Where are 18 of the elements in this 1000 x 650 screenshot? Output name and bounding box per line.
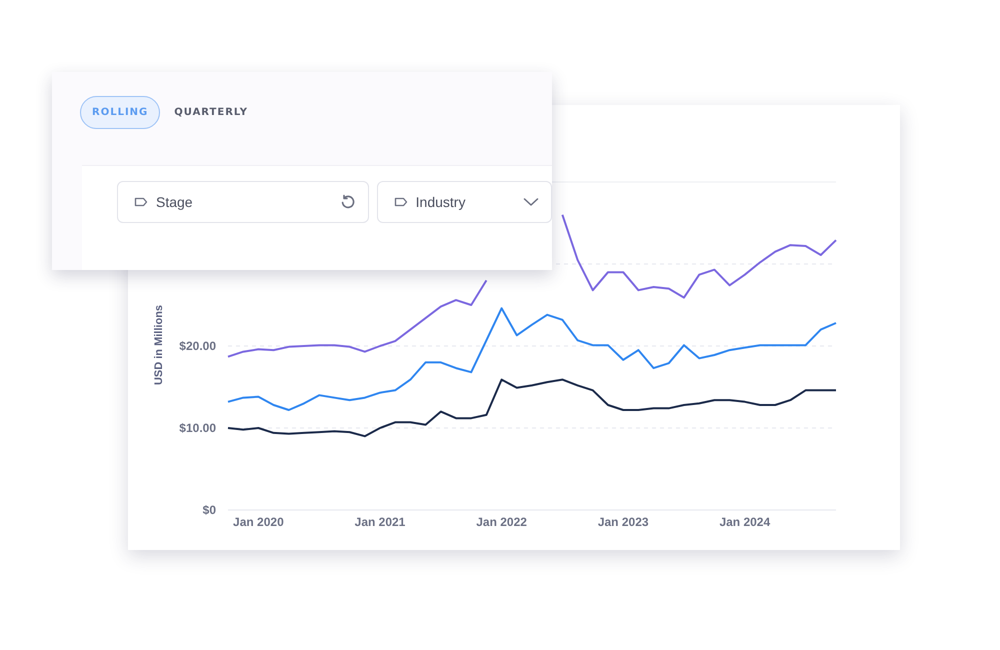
filter-dropdown[interactable]: Stage	[117, 181, 369, 223]
period-tab[interactable]: QUARTERLY	[162, 96, 260, 129]
y-axis-label: $20.00	[179, 339, 216, 353]
filter-dropdown[interactable]: Industry	[376, 181, 552, 223]
y-axis-label: $10.00	[179, 421, 216, 435]
x-axis-label: Jan 2021	[354, 515, 406, 529]
tag-icon	[134, 197, 148, 207]
x-axis-label: Jan 2020	[233, 515, 284, 529]
x-axis-label: Jan 2024	[719, 515, 770, 529]
x-axis-label: Jan 2022	[476, 515, 527, 529]
tag-icon	[394, 197, 408, 207]
filter-label: Industry	[416, 194, 466, 210]
y-axis-label: $0	[202, 503, 216, 517]
filter-label: Stage	[156, 194, 194, 210]
chevron-down-icon	[523, 197, 539, 207]
reset-icon	[340, 194, 356, 210]
y-axis-title: USD in Millions	[153, 304, 165, 386]
x-axis-label: Jan 2023	[598, 515, 649, 529]
